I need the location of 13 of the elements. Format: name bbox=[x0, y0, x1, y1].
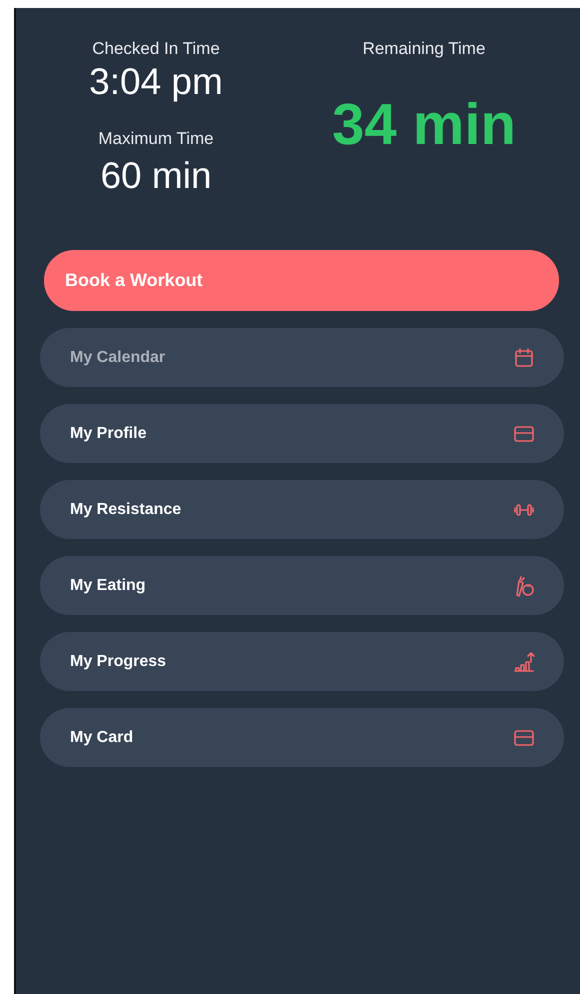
stat-value: 3:04 pm bbox=[89, 60, 223, 104]
stat-value: 60 min bbox=[100, 154, 212, 198]
menu-item[interactable]: My Card bbox=[40, 708, 564, 767]
menu-item[interactable]: My Resistance bbox=[40, 480, 564, 539]
stat-label: Remaining Time bbox=[362, 38, 486, 60]
calendar-icon bbox=[512, 346, 536, 370]
remaining-time-value: 34 min bbox=[332, 92, 516, 158]
stat-label: Maximum Time bbox=[98, 128, 214, 150]
menu-item[interactable]: My Profile bbox=[40, 404, 564, 463]
bar-chart-icon bbox=[512, 650, 536, 674]
menu-item[interactable]: My Eating bbox=[40, 556, 564, 615]
menu-item[interactable]: My Progress bbox=[40, 632, 564, 691]
stat-label: Checked In Time bbox=[92, 38, 220, 60]
